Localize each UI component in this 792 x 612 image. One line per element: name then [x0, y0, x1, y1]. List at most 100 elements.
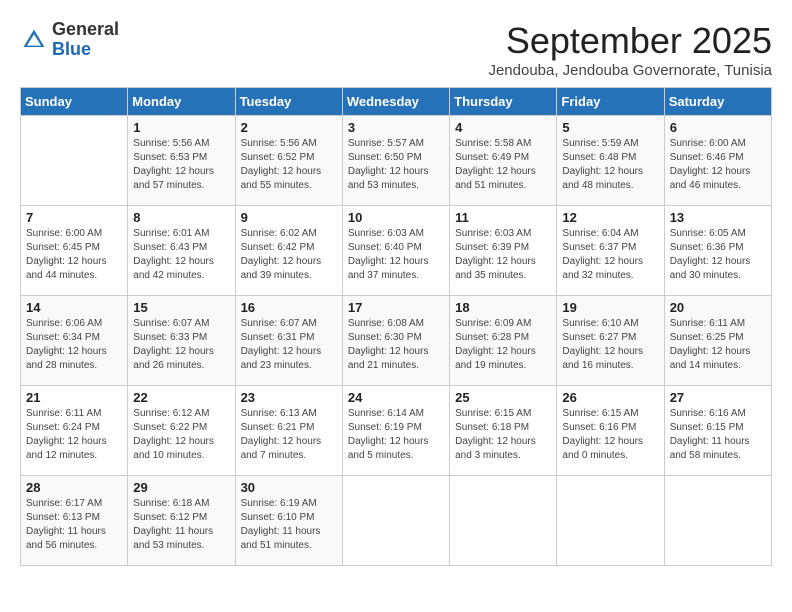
day-info: Sunrise: 6:00 AMSunset: 6:45 PMDaylight:…: [26, 227, 122, 283]
day-info: Sunrise: 6:00 AMSunset: 6:46 PMDaylight:…: [670, 137, 766, 193]
day-number: 24: [348, 390, 444, 405]
page-header: General Blue September 2025 Jendouba, Je…: [20, 20, 772, 79]
day-number: 5: [562, 120, 658, 135]
day-number: 27: [670, 390, 766, 405]
day-cell: 15Sunrise: 6:07 AMSunset: 6:33 PMDayligh…: [128, 296, 235, 386]
header-row: SundayMondayTuesdayWednesdayThursdayFrid…: [21, 88, 772, 116]
day-cell: 10 Sunrise: 6:03 AMSunset: 6:40 PMDayligh…: [342, 206, 449, 296]
day-number: 21: [26, 390, 122, 405]
day-info: Sunrise: 6:10 AMSunset: 6:27 PMDaylight:…: [562, 317, 658, 373]
week-row-4: 21Sunrise: 6:11 AMSunset: 6:24 PMDayligh…: [21, 386, 772, 476]
day-number: 4: [455, 120, 551, 135]
col-header-wednesday: Wednesday: [342, 88, 449, 116]
day-cell: [21, 116, 128, 206]
day-number: 26: [562, 390, 658, 405]
day-cell: 2Sunrise: 5:56 AMSunset: 6:52 PMDaylight…: [235, 116, 342, 206]
day-info: Sunrise: 5:58 AMSunset: 6:49 PMDaylight:…: [455, 137, 551, 193]
day-number: 25: [455, 390, 551, 405]
day-info: Sunrise: 6:07 AMSunset: 6:33 PMDaylight:…: [133, 317, 229, 373]
day-info: Sunrise: 6:03 AMSunset: 6:39 PMDaylight:…: [455, 227, 551, 283]
day-info: Sunrise: 6:12 AMSunset: 6:22 PMDaylight:…: [133, 407, 229, 463]
week-row-2: 7Sunrise: 6:00 AMSunset: 6:45 PMDaylight…: [21, 206, 772, 296]
day-info: Sunrise: 6:18 AMSunset: 6:12 PMDaylight:…: [133, 497, 229, 553]
day-cell: 25 Sunrise: 6:15 AMSunset: 6:18 PMDayligh…: [450, 386, 557, 476]
day-cell: 18 Sunrise: 6:09 AMSunset: 6:28 PMDayligh…: [450, 296, 557, 386]
day-info: Sunrise: 6:15 AMSunset: 6:18 PMDaylight:…: [455, 407, 551, 463]
day-number: 6: [670, 120, 766, 135]
day-cell: 19 Sunrise: 6:10 AMSunset: 6:27 PMDayligh…: [557, 296, 664, 386]
day-number: 8: [133, 210, 229, 225]
day-cell: 21Sunrise: 6:11 AMSunset: 6:24 PMDayligh…: [21, 386, 128, 476]
title-block: September 2025 Jendouba, Jendouba Govern…: [488, 20, 772, 79]
day-number: 30: [241, 480, 337, 495]
day-info: Sunrise: 6:03 AMSunset: 6:40 PMDaylight:…: [348, 227, 444, 283]
day-cell: 8 Sunrise: 6:01 AMSunset: 6:43 PMDaylight…: [128, 206, 235, 296]
day-cell: 29 Sunrise: 6:18 AMSunset: 6:12 PMDayligh…: [128, 476, 235, 566]
day-info: Sunrise: 6:02 AMSunset: 6:42 PMDaylight:…: [241, 227, 337, 283]
day-cell: 23 Sunrise: 6:13 AMSunset: 6:21 PMDayligh…: [235, 386, 342, 476]
day-info: Sunrise: 5:57 AMSunset: 6:50 PMDaylight:…: [348, 137, 444, 193]
logo-general: General: [52, 19, 119, 39]
month-title: September 2025: [488, 20, 772, 62]
day-info: Sunrise: 6:19 AMSunset: 6:10 PMDaylight:…: [241, 497, 337, 553]
logo-icon: [20, 26, 48, 54]
location-title: Jendouba, Jendouba Governorate, Tunisia: [488, 62, 772, 79]
day-cell: 11Sunrise: 6:03 AMSunset: 6:39 PMDayligh…: [450, 206, 557, 296]
day-cell: 3 Sunrise: 5:57 AMSunset: 6:50 PMDaylight…: [342, 116, 449, 206]
day-number: 29: [133, 480, 229, 495]
day-info: Sunrise: 6:05 AMSunset: 6:36 PMDaylight:…: [670, 227, 766, 283]
day-number: 16: [241, 300, 337, 315]
day-cell: 28 Sunrise: 6:17 AMSunset: 6:13 PMDayligh…: [21, 476, 128, 566]
day-number: 10: [348, 210, 444, 225]
day-cell: 1 Sunrise: 5:56 AMSunset: 6:53 PMDaylight…: [128, 116, 235, 206]
col-header-sunday: Sunday: [21, 88, 128, 116]
day-cell: 27 Sunrise: 6:16 AMSunset: 6:15 PMDayligh…: [664, 386, 771, 476]
day-info: Sunrise: 6:17 AMSunset: 6:13 PMDaylight:…: [26, 497, 122, 553]
day-info: Sunrise: 6:14 AMSunset: 6:19 PMDaylight:…: [348, 407, 444, 463]
col-header-tuesday: Tuesday: [235, 88, 342, 116]
day-cell: 16 Sunrise: 6:07 AMSunset: 6:31 PMDayligh…: [235, 296, 342, 386]
week-row-1: 1 Sunrise: 5:56 AMSunset: 6:53 PMDaylight…: [21, 116, 772, 206]
day-number: 1: [133, 120, 229, 135]
day-cell: 30 Sunrise: 6:19 AMSunset: 6:10 PMDayligh…: [235, 476, 342, 566]
day-cell: 14 Sunrise: 6:06 AMSunset: 6:34 PMDayligh…: [21, 296, 128, 386]
day-info: Sunrise: 6:16 AMSunset: 6:15 PMDaylight:…: [670, 407, 766, 463]
day-cell: 7Sunrise: 6:00 AMSunset: 6:45 PMDaylight…: [21, 206, 128, 296]
day-number: 22: [133, 390, 229, 405]
day-cell: 20 Sunrise: 6:11 AMSunset: 6:25 PMDayligh…: [664, 296, 771, 386]
day-number: 19: [562, 300, 658, 315]
day-info: Sunrise: 6:01 AMSunset: 6:43 PMDaylight:…: [133, 227, 229, 283]
day-number: 18: [455, 300, 551, 315]
day-info: Sunrise: 5:56 AMSunset: 6:53 PMDaylight:…: [133, 137, 229, 193]
day-info: Sunrise: 6:06 AMSunset: 6:34 PMDaylight:…: [26, 317, 122, 373]
day-info: Sunrise: 6:13 AMSunset: 6:21 PMDaylight:…: [241, 407, 337, 463]
day-cell: [557, 476, 664, 566]
day-info: Sunrise: 6:11 AMSunset: 6:25 PMDaylight:…: [670, 317, 766, 373]
logo: General Blue: [20, 20, 119, 60]
day-cell: 24 Sunrise: 6:14 AMSunset: 6:19 PMDayligh…: [342, 386, 449, 476]
day-number: 3: [348, 120, 444, 135]
day-number: 20: [670, 300, 766, 315]
day-info: Sunrise: 6:09 AMSunset: 6:28 PMDaylight:…: [455, 317, 551, 373]
calendar-table: SundayMondayTuesdayWednesdayThursdayFrid…: [20, 87, 772, 566]
day-cell: 22 Sunrise: 6:12 AMSunset: 6:22 PMDayligh…: [128, 386, 235, 476]
day-cell: [450, 476, 557, 566]
col-header-thursday: Thursday: [450, 88, 557, 116]
day-info: Sunrise: 5:59 AMSunset: 6:48 PMDaylight:…: [562, 137, 658, 193]
day-number: 17: [348, 300, 444, 315]
col-header-monday: Monday: [128, 88, 235, 116]
day-cell: 4 Sunrise: 5:58 AMSunset: 6:49 PMDaylight…: [450, 116, 557, 206]
day-cell: 5 Sunrise: 5:59 AMSunset: 6:48 PMDaylight…: [557, 116, 664, 206]
day-cell: [664, 476, 771, 566]
day-info: Sunrise: 6:04 AMSunset: 6:37 PMDaylight:…: [562, 227, 658, 283]
logo-text: General Blue: [52, 20, 119, 60]
day-number: 28: [26, 480, 122, 495]
day-info: Sunrise: 6:08 AMSunset: 6:30 PMDaylight:…: [348, 317, 444, 373]
col-header-saturday: Saturday: [664, 88, 771, 116]
day-number: 14: [26, 300, 122, 315]
day-info: Sunrise: 6:15 AMSunset: 6:16 PMDaylight:…: [562, 407, 658, 463]
day-cell: 13Sunrise: 6:05 AMSunset: 6:36 PMDayligh…: [664, 206, 771, 296]
day-number: 12: [562, 210, 658, 225]
day-number: 23: [241, 390, 337, 405]
day-info: Sunrise: 6:07 AMSunset: 6:31 PMDaylight:…: [241, 317, 337, 373]
